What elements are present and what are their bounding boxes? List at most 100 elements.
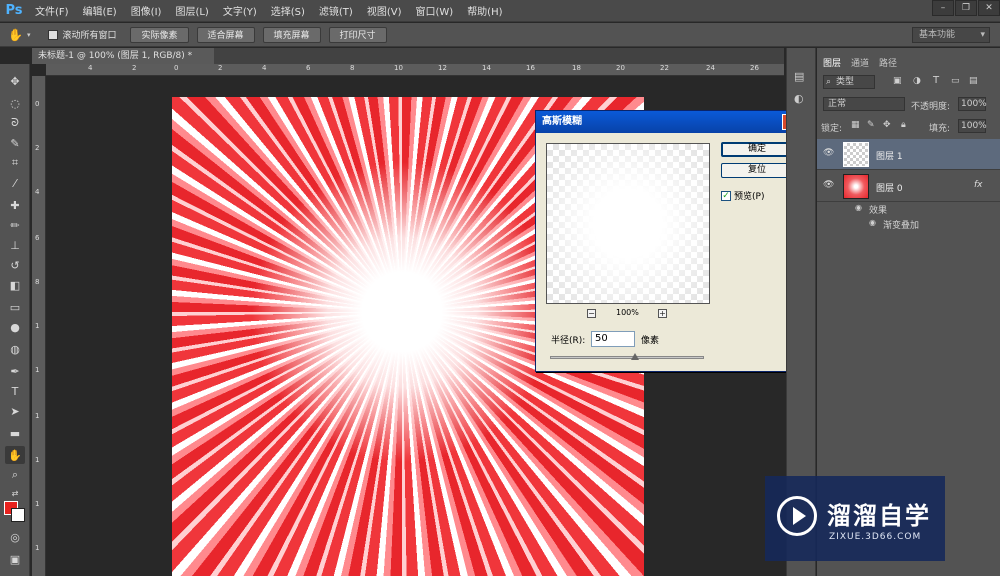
checkbox-checked-icon[interactable]: ✓ [721,190,731,201]
minimize-icon[interactable]: – [932,0,954,16]
path-selection-tool-icon[interactable]: ➤ [5,402,25,420]
opacity-value: 100% [961,99,987,109]
shape-filter-icon[interactable]: ▭ [951,76,960,86]
blur-tool-icon[interactable]: ● [5,318,25,336]
smart-object-filter-icon[interactable]: ▤ [969,76,978,86]
menu-file[interactable]: 文件(F) [28,3,76,18]
close-icon[interactable]: ✕ [978,0,1000,16]
window-controls: – ❐ ✕ [931,0,1000,18]
lock-pixels-icon[interactable]: ✎ [867,120,875,130]
tab-channels[interactable]: 通道 [851,53,869,75]
radius-label: 半径(R): [551,336,586,346]
eye-icon[interactable]: ◉ [869,218,876,227]
history-panel-icon[interactable]: ▤ [794,70,804,83]
ruler-label: 6 [35,234,40,242]
quick-select-tool-icon[interactable]: ✎ [5,134,25,152]
ruler-label: 12 [438,64,447,72]
background-color-swatch[interactable] [11,508,25,522]
document-tab[interactable]: 未标题-1 @ 100% (图层 1, RGB/8) * [32,48,214,64]
healing-brush-tool-icon[interactable]: ✚ [5,196,25,214]
effect-item-row[interactable]: ◉ 渐变叠加 [817,217,1000,231]
move-tool-icon[interactable]: ✥ [5,72,25,90]
marquee-tool-icon[interactable]: ◌ [5,94,25,112]
lock-transparency-icon[interactable]: ▦ [851,120,860,130]
pen-tool-icon[interactable]: ✒ [5,362,25,380]
menu-image[interactable]: 图像(I) [124,3,169,18]
clone-stamp-tool-icon[interactable]: ⊥ [5,236,25,254]
fill-screen-button[interactable]: 填充屏幕 [262,26,321,43]
swap-colors-icon[interactable]: ⇄ [5,484,25,502]
rectangle-tool-icon[interactable]: ▬ [5,424,25,442]
menu-layer[interactable]: 图层(L) [168,3,215,18]
history-brush-tool-icon[interactable]: ↺ [5,256,25,274]
blend-mode-select[interactable]: 正常 [823,97,905,111]
opacity-label: 不透明度: [911,102,951,112]
properties-panel-icon[interactable]: ◐ [794,92,804,105]
lock-position-icon[interactable]: ✥ [883,120,891,130]
eye-icon[interactable]: ◉ [855,203,862,212]
reset-button[interactable]: 复位 [721,163,793,178]
radius-input[interactable]: 50 [591,331,635,347]
zoom-out-icon[interactable]: − [587,309,596,318]
eyedropper-tool-icon[interactable]: ⁄ [5,174,25,192]
ok-button[interactable]: 确定 [721,142,793,157]
layer-filter-row: ⌕ 类型 ▣ ◑ T ▭ ▤ [817,74,1000,92]
fill-value: 100% [961,121,987,131]
fit-screen-button[interactable]: 适合屏幕 [196,26,255,43]
blend-row: 正常 不透明度: 100% [817,96,1000,114]
layer-row[interactable]: 👁︎ 图层 0 fx [817,171,1000,202]
preview-zoom-level: 100% [616,308,639,317]
kind-filter-select[interactable]: ⌕ 类型 [823,75,875,89]
radius-slider-track[interactable] [550,356,704,359]
menu-help[interactable]: 帮助(H) [460,3,509,18]
dodge-tool-icon[interactable]: ◍ [5,340,25,358]
eye-icon[interactable]: 👁︎ [823,148,834,158]
scroll-all-windows-checkbox[interactable]: 滚动所有窗口 [48,28,116,41]
menu-type[interactable]: 文字(Y) [216,3,264,18]
zoom-in-icon[interactable]: + [658,309,667,318]
ruler-label: 1 [35,322,40,330]
layer-row[interactable]: 👁︎ 图层 1 [817,139,1000,170]
crop-tool-icon[interactable]: ⌗ [5,154,25,172]
type-filter-icon[interactable]: T [933,75,939,86]
pixel-filter-icon[interactable]: ▣ [893,76,902,86]
lock-all-icon[interactable]: 🔒︎ [901,120,906,130]
screen-mode-icon[interactable]: ▣ [5,550,25,568]
menu-window[interactable]: 窗口(W) [408,3,460,18]
workspace-label: 基本功能 [919,30,956,40]
layer-effects-icon[interactable]: fx [974,180,983,190]
eraser-tool-icon[interactable]: ◧ [5,276,25,294]
menu-select[interactable]: 选择(S) [264,3,312,18]
preview-checkbox[interactable]: ✓ 预览(P) [721,189,764,202]
opacity-input[interactable]: 100% [958,97,987,111]
options-bar: ✋ ▾ 滚动所有窗口 实际像素 适合屏幕 填充屏幕 打印尺寸 基本功能 ▾ [0,23,1000,47]
restore-icon[interactable]: ❐ [955,0,977,16]
fill-input[interactable]: 100% [958,119,987,133]
type-tool-icon[interactable]: T [5,382,25,400]
eye-icon[interactable]: 👁︎ [823,180,834,190]
effects-row[interactable]: ◉ 效果 [817,202,1000,216]
hand-tool-icon[interactable]: ✋ [8,28,23,42]
hand-tool-icon[interactable]: ✋ [5,446,25,464]
tool-preset-dropdown-icon[interactable]: ▾ [27,31,31,39]
menu-filter[interactable]: 滤镜(T) [312,3,360,18]
zoom-tool-icon[interactable]: ⌕ [5,466,25,484]
lasso-tool-icon[interactable]: ᘐ [5,114,25,132]
brush-tool-icon[interactable]: ✏ [5,216,25,234]
checkbox-icon[interactable] [48,29,59,40]
blur-preview[interactable] [546,143,710,304]
actual-pixels-button[interactable]: 实际像素 [130,26,189,43]
ruler-label: 20 [616,64,625,72]
tab-layers[interactable]: 图层 [823,53,841,75]
menu-edit[interactable]: 编辑(E) [76,3,124,18]
menu-view[interactable]: 视图(V) [360,3,409,18]
quick-mask-icon[interactable]: ◎ [5,528,25,546]
adjustment-filter-icon[interactable]: ◑ [913,76,921,86]
radius-slider-thumb[interactable] [630,353,639,360]
workspace-select[interactable]: 基本功能 ▾ [912,27,990,43]
gradient-tool-icon[interactable]: ▭ [5,298,25,316]
tab-paths[interactable]: 路径 [879,53,897,75]
app-logo: Ps [5,3,23,18]
layer-name: 图层 1 [876,152,903,162]
print-size-button[interactable]: 打印尺寸 [328,26,387,43]
